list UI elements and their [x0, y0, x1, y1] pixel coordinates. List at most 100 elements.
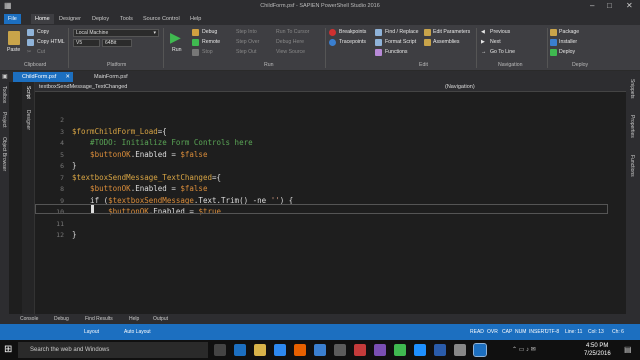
step-into-button[interactable]: Step Into [236, 29, 257, 35]
properties-panel-tab[interactable]: Properties [629, 115, 635, 138]
find-replace-button[interactable]: Find / Replace [385, 29, 418, 35]
file-explorer-icon[interactable] [254, 344, 266, 356]
code-line[interactable]: $buttonOK.Enabled = $false [72, 184, 207, 193]
toolbox-panel-tab[interactable]: Toolbox [1, 86, 7, 103]
stop-button[interactable]: Stop [202, 49, 213, 55]
designer-view-tab[interactable]: Designer [25, 110, 31, 130]
store-icon[interactable] [274, 344, 286, 356]
app-icon[interactable] [394, 344, 406, 356]
app-icon[interactable] [354, 344, 366, 356]
app-icon[interactable] [434, 344, 446, 356]
output-tab[interactable]: Output [153, 316, 168, 322]
copy-html-button[interactable]: Copy HTML [37, 39, 65, 45]
cut-button[interactable]: Cut [37, 49, 45, 55]
next-button[interactable]: Next [490, 39, 501, 45]
run-button[interactable]: Run [172, 47, 182, 53]
code-token: ={ [211, 172, 222, 182]
taskbar-search-box[interactable]: Search the web and Windows [18, 342, 208, 358]
assemblies-button[interactable]: Assemblies [433, 39, 460, 45]
app-icon[interactable] [454, 344, 466, 356]
machine-select[interactable]: Local Machine ▾ [73, 29, 159, 37]
deploy-button[interactable]: Deploy [559, 49, 575, 55]
navigation-dropdown[interactable]: (Navigation) [445, 84, 475, 90]
clock-date[interactable]: 7/25/2016 [584, 351, 611, 357]
code-line[interactable]: $buttonOK.Enabled = $false [72, 150, 207, 159]
notifications-icon[interactable]: ▤ [624, 345, 632, 354]
debug-tab[interactable]: Debug [54, 316, 69, 322]
clipboard-group-label: Clipboard [24, 62, 47, 68]
tab-help[interactable]: Help [186, 14, 205, 24]
doc-tab-mainform[interactable]: MainForm.psf [85, 72, 140, 82]
format-script-button[interactable]: Format Script [385, 39, 416, 45]
function-dropdown[interactable]: textboxSendMessage_TextChanged [39, 84, 127, 90]
app-icon[interactable] [374, 344, 386, 356]
clock-time[interactable]: 4:50 PM [586, 343, 608, 349]
run-to-cursor-button[interactable]: Run To Cursor [276, 29, 309, 35]
tab-deploy[interactable]: Deploy [88, 14, 113, 24]
minimize-icon[interactable]: – [590, 1, 594, 10]
debug-button[interactable]: Debug [202, 29, 217, 35]
edit-parameters-button[interactable]: Edit Parameters [433, 29, 470, 35]
doc-tab-childform[interactable]: ChildForm.psf ✕ [13, 72, 73, 82]
divider [476, 28, 477, 68]
app-icon[interactable] [334, 344, 346, 356]
edge-icon[interactable] [234, 344, 246, 356]
debug-here-button[interactable]: Debug Here [276, 39, 304, 45]
code-line[interactable]: } [72, 230, 77, 239]
remote-icon [192, 39, 199, 46]
windows-start-icon[interactable]: ⊞ [4, 344, 12, 355]
arch-select[interactable]: 64Bit [102, 39, 132, 47]
app-icon[interactable] [314, 344, 326, 356]
script-view-tab[interactable]: Script [25, 86, 31, 99]
previous-button[interactable]: Previous [490, 29, 510, 35]
view-source-button[interactable]: View Source [276, 49, 305, 55]
project-panel-tab[interactable]: Project [1, 112, 7, 128]
package-button[interactable]: Package [559, 29, 579, 35]
code-token: $false [180, 184, 208, 193]
object-browser-panel-tab[interactable]: Object Browser [1, 137, 7, 171]
paste-button[interactable]: Paste [7, 47, 20, 53]
find-results-tab[interactable]: Find Results [85, 316, 113, 322]
line-number: 5 [60, 150, 64, 159]
code-token: } [72, 230, 77, 239]
installer-button[interactable]: Installer [559, 39, 577, 45]
app-icon[interactable] [414, 344, 426, 356]
pin-icon[interactable]: ▣ [2, 73, 8, 80]
step-out-button[interactable]: Step Out [236, 49, 256, 55]
tray-icons[interactable]: ⌃ ▭ ♪ ✉ [512, 346, 536, 353]
functions-button[interactable]: Functions [385, 49, 408, 55]
code-line[interactable]: #TODO: Initialize Form Controls here [72, 138, 253, 147]
task-view-icon[interactable] [214, 344, 226, 356]
firefox-icon[interactable] [294, 344, 306, 356]
go-to-line-button[interactable]: Go To Line [490, 49, 515, 55]
auto-layout-toggle[interactable]: Auto Layout [124, 329, 151, 335]
tab-designer[interactable]: Designer [55, 14, 85, 24]
maximize-icon[interactable]: □ [607, 1, 612, 10]
cap-indicator: CAP [502, 329, 513, 335]
step-over-button[interactable]: Step Over [236, 39, 259, 45]
code-line[interactable]: $formChildForm_Load={ [72, 127, 167, 136]
code-editor[interactable]: 2 3 $formChildForm_Load={4 #TODO: Initiali… [35, 92, 626, 314]
layout-dropdown[interactable]: Layout [84, 329, 99, 335]
remote-button[interactable]: Remote [202, 39, 220, 45]
title-bar: ▦ ChildForm.psf - SAPIEN PowerShell Stud… [0, 0, 640, 12]
code-line[interactable]: } [72, 161, 77, 170]
tab-home[interactable]: Home [31, 14, 54, 24]
tracepoints-button[interactable]: Tracepoints [339, 39, 366, 45]
version-value: V5 [76, 40, 83, 46]
copy-button[interactable]: Copy [37, 29, 49, 35]
encoding-indicator[interactable]: UTF-8 [545, 329, 559, 335]
tab-source-control[interactable]: Source Control [139, 14, 184, 24]
tab-tools[interactable]: Tools [116, 14, 137, 24]
functions-panel-tab[interactable]: Functions [629, 155, 635, 177]
tab-file[interactable]: File [4, 14, 21, 24]
close-icon[interactable]: ✕ [626, 1, 633, 10]
help-tab[interactable]: Help [129, 316, 139, 322]
version-select[interactable]: V5 [73, 39, 100, 47]
console-tab[interactable]: Console [20, 316, 38, 322]
code-line[interactable]: $textboxSendMessage_TextChanged={ [72, 173, 221, 182]
powershell-studio-icon[interactable] [473, 343, 487, 357]
snippets-panel-tab[interactable]: Snippets [629, 79, 635, 98]
breakpoints-button[interactable]: Breakpoints [339, 29, 366, 35]
close-tab-icon[interactable]: ✕ [65, 72, 70, 82]
